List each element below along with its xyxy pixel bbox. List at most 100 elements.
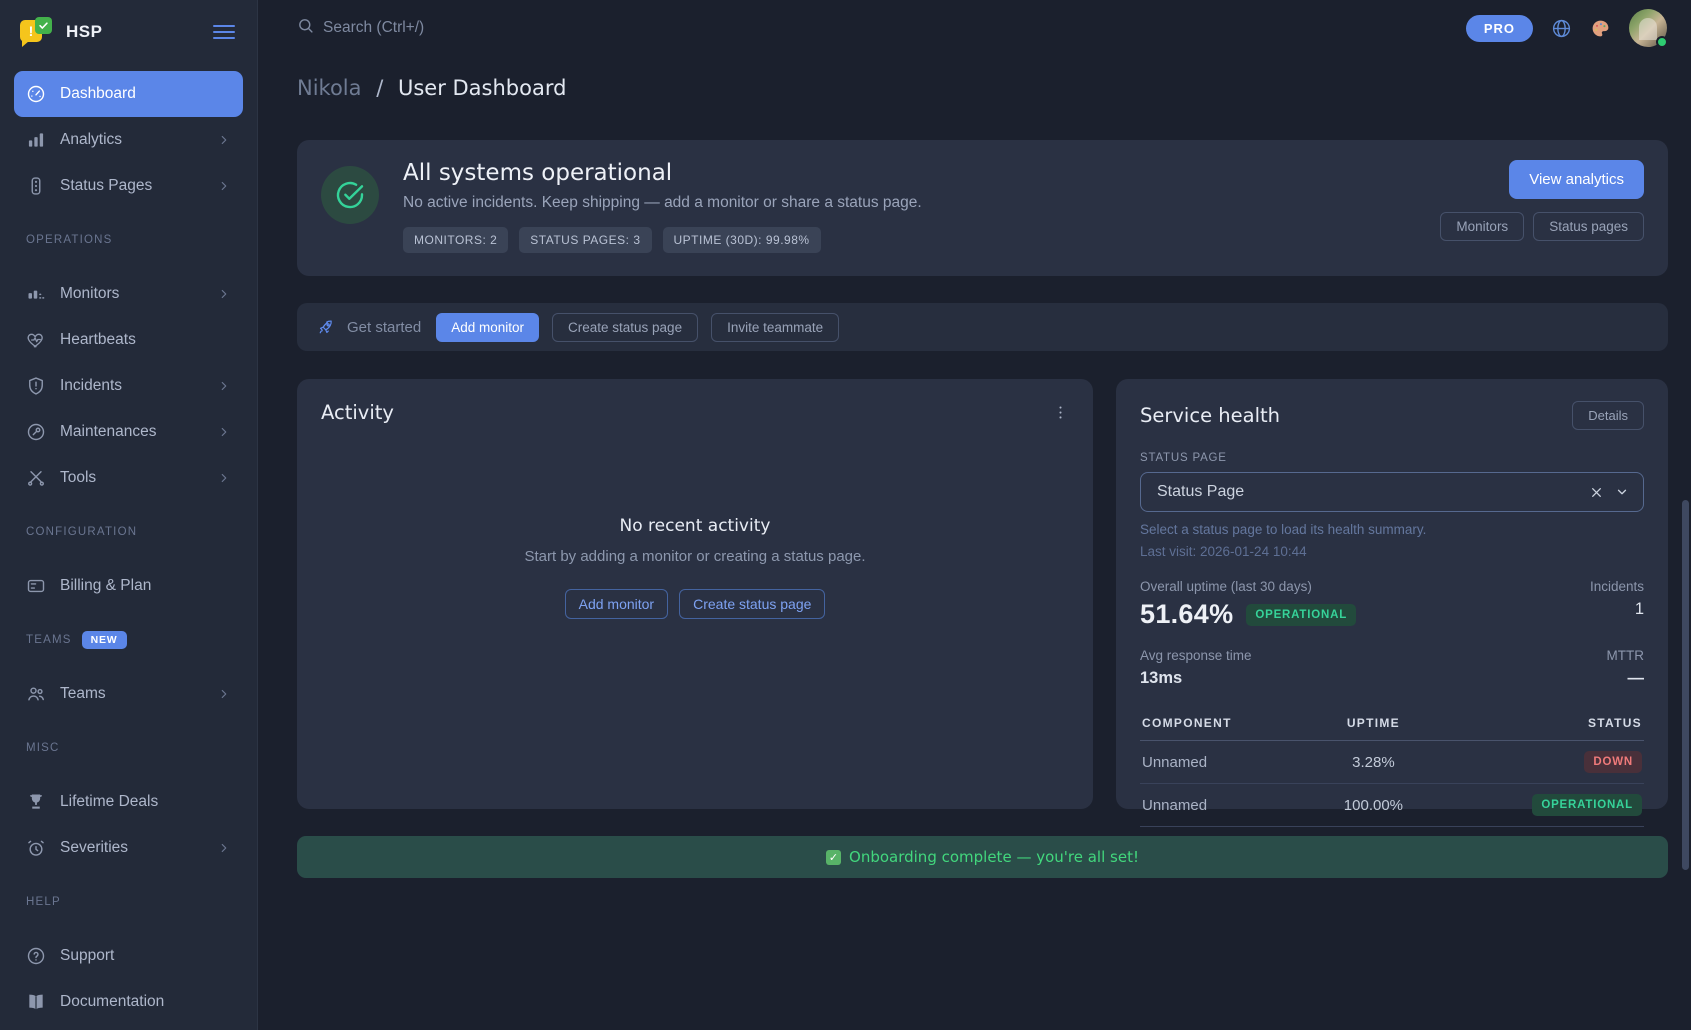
sidebar-item-label: Teams bbox=[60, 685, 106, 703]
sidebar-item-documentation[interactable]: Documentation bbox=[14, 979, 243, 1025]
get-started-bar: Get started Add monitor Create status pa… bbox=[297, 303, 1668, 351]
select-helper-text: Select a status page to load its health … bbox=[1140, 522, 1644, 537]
sidebar-section-teams: TEAMS NEW bbox=[14, 633, 243, 647]
palette-icon[interactable] bbox=[1590, 18, 1611, 39]
shield-alert-icon bbox=[26, 376, 46, 396]
status-page-select[interactable]: Status Page bbox=[1140, 472, 1644, 512]
component-uptime: 100.00% bbox=[1315, 784, 1433, 827]
service-health-title: Service health bbox=[1140, 404, 1280, 427]
app-root: ! HSP Dashboard Analytics Status Pages bbox=[0, 0, 1691, 1030]
sidebar-item-heartbeats[interactable]: Heartbeats bbox=[14, 317, 243, 363]
sidebar-item-label: Tools bbox=[60, 469, 96, 487]
col-status: STATUS bbox=[1432, 708, 1644, 741]
overall-uptime-value: 51.64% bbox=[1140, 599, 1233, 630]
tools-icon bbox=[26, 468, 46, 488]
search-icon bbox=[297, 17, 314, 39]
sidebar: ! HSP Dashboard Analytics Status Pages bbox=[0, 0, 258, 1030]
credit-card-icon bbox=[26, 576, 46, 596]
activity-title: Activity bbox=[321, 401, 394, 424]
avg-response-value: 13ms bbox=[1140, 669, 1252, 688]
chevron-right-icon bbox=[217, 379, 231, 393]
kebab-menu-icon[interactable] bbox=[1052, 404, 1069, 421]
sidebar-item-incidents[interactable]: Incidents bbox=[14, 363, 243, 409]
component-name: Unnamed bbox=[1140, 784, 1315, 827]
chevron-right-icon bbox=[217, 471, 231, 485]
topbar: PRO bbox=[258, 0, 1691, 56]
mttr-block: MTTR — bbox=[1607, 648, 1645, 688]
chevron-right-icon bbox=[217, 133, 231, 147]
gauge-icon bbox=[26, 84, 46, 104]
trophy-icon bbox=[26, 792, 46, 812]
component-uptime: 3.28% bbox=[1315, 741, 1433, 784]
status-badge: DOWN bbox=[1584, 751, 1642, 773]
hamburger-menu-icon[interactable] bbox=[213, 25, 235, 39]
sidebar-item-tools[interactable]: Tools bbox=[14, 455, 243, 501]
chevron-down-icon[interactable] bbox=[1615, 485, 1629, 499]
monitors-button[interactable]: Monitors bbox=[1440, 212, 1524, 241]
uptime-chip: UPTIME (30D): 99.98% bbox=[663, 227, 821, 253]
sidebar-item-maintenances[interactable]: Maintenances bbox=[14, 409, 243, 455]
sidebar-item-billing[interactable]: Billing & Plan bbox=[14, 563, 243, 609]
onboarding-banner: ✅ Onboarding complete — you're all set! bbox=[297, 836, 1668, 878]
add-monitor-button[interactable]: Add monitor bbox=[565, 589, 668, 619]
overall-uptime-label: Overall uptime (last 30 days) bbox=[1140, 579, 1356, 594]
view-analytics-button[interactable]: View analytics bbox=[1509, 160, 1644, 199]
check-emoji-icon: ✅ bbox=[826, 850, 841, 865]
overall-uptime-block: Overall uptime (last 30 days) 51.64% OPE… bbox=[1140, 579, 1356, 630]
user-avatar[interactable] bbox=[1629, 9, 1667, 47]
col-uptime: UPTIME bbox=[1315, 708, 1433, 741]
create-status-page-button[interactable]: Create status page bbox=[552, 313, 698, 342]
online-status-dot bbox=[1656, 36, 1668, 48]
sidebar-item-teams[interactable]: Teams bbox=[14, 671, 243, 717]
chevron-right-icon bbox=[217, 287, 231, 301]
hero-subtitle: No active incidents. Keep shipping — add… bbox=[403, 194, 922, 212]
activity-card: Activity No recent activity Start by add… bbox=[297, 379, 1093, 809]
status-pages-button[interactable]: Status pages bbox=[1533, 212, 1644, 241]
sidebar-item-label: Status Pages bbox=[60, 177, 152, 195]
pro-badge[interactable]: PRO bbox=[1466, 15, 1533, 42]
sidebar-item-label: Incidents bbox=[60, 377, 122, 395]
sidebar-item-label: Dashboard bbox=[60, 85, 136, 103]
details-button[interactable]: Details bbox=[1572, 401, 1644, 430]
incidents-label: Incidents bbox=[1590, 579, 1644, 594]
search-bar[interactable] bbox=[297, 17, 623, 39]
clear-icon[interactable] bbox=[1590, 486, 1603, 499]
breadcrumb-parent[interactable]: Nikola bbox=[297, 76, 362, 100]
status-badge: OPERATIONAL bbox=[1532, 794, 1642, 816]
check-circle-icon bbox=[321, 166, 379, 224]
sidebar-item-label: Support bbox=[60, 947, 114, 965]
sidebar-item-analytics[interactable]: Analytics bbox=[14, 117, 243, 163]
sidebar-item-status-pages[interactable]: Status Pages bbox=[14, 163, 243, 209]
chevron-right-icon bbox=[217, 179, 231, 193]
sidebar-item-dashboard[interactable]: Dashboard bbox=[14, 71, 243, 117]
chevron-right-icon bbox=[217, 841, 231, 855]
mttr-label: MTTR bbox=[1607, 648, 1645, 663]
add-monitor-button[interactable]: Add monitor bbox=[436, 313, 539, 342]
component-name: Unnamed bbox=[1140, 741, 1315, 784]
heartbeat-icon bbox=[26, 330, 46, 350]
scrollbar-thumb[interactable] bbox=[1682, 500, 1689, 870]
sidebar-item-lifetime-deals[interactable]: Lifetime Deals bbox=[14, 779, 243, 825]
create-status-page-button[interactable]: Create status page bbox=[679, 589, 825, 619]
sidebar-item-severities[interactable]: Severities bbox=[14, 825, 243, 871]
hero-text: All systems operational No active incide… bbox=[403, 160, 922, 256]
status-pages-chip: STATUS PAGES: 3 bbox=[519, 227, 651, 253]
col-component: COMPONENT bbox=[1140, 708, 1315, 741]
cards-row: Activity No recent activity Start by add… bbox=[297, 379, 1668, 809]
table-row: Unnamed 3.28% DOWN bbox=[1140, 741, 1644, 784]
brand-name: HSP bbox=[66, 22, 201, 42]
incidents-value: 1 bbox=[1590, 600, 1644, 619]
sidebar-item-support[interactable]: Support bbox=[14, 933, 243, 979]
globe-icon[interactable] bbox=[1551, 18, 1572, 39]
service-health-card: Service health Details STATUS PAGE Statu… bbox=[1116, 379, 1668, 809]
main-area: PRO Nikola / User Dashboard All systems … bbox=[258, 0, 1691, 1030]
empty-title: No recent activity bbox=[321, 516, 1069, 536]
sidebar-item-label: Lifetime Deals bbox=[60, 793, 158, 811]
book-icon bbox=[26, 992, 46, 1012]
invite-teammate-button[interactable]: Invite teammate bbox=[711, 313, 839, 342]
sidebar-section-operations: OPERATIONS bbox=[14, 233, 243, 247]
sidebar-item-monitors[interactable]: Monitors bbox=[14, 271, 243, 317]
search-input[interactable] bbox=[323, 19, 623, 37]
new-badge: NEW bbox=[82, 631, 127, 649]
sidebar-section-configuration: CONFIGURATION bbox=[14, 525, 243, 539]
